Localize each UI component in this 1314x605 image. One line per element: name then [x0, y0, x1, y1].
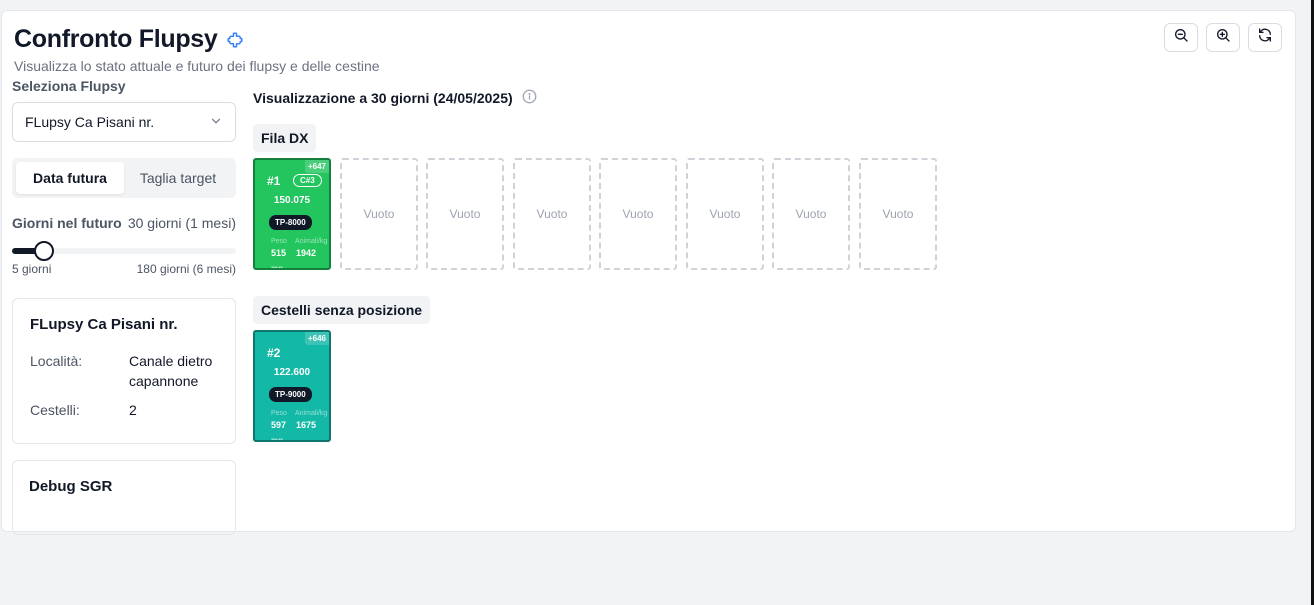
- days-row: Giorni nel futuro 30 giorni (1 mesi): [12, 215, 236, 231]
- refresh-button[interactable]: [1248, 23, 1282, 52]
- range-max-label: 180 giorni (6 mesi): [136, 262, 236, 276]
- flupsy-info-card: FLupsy Ca Pisani nr. Località: Canale di…: [12, 298, 236, 444]
- empty-slot[interactable]: Vuoto: [513, 158, 591, 270]
- select-flupsy-label: Seleziona Flupsy: [12, 78, 126, 94]
- mode-tabs: Data futura Taglia target: [12, 158, 236, 198]
- debug-sgr-card: Debug SGR: [12, 460, 236, 535]
- weight-label: Peso: [271, 410, 287, 417]
- weight-unit: mg: [271, 436, 283, 442]
- range-min-label: 5 giorni: [12, 262, 52, 276]
- basket-growth-badge: +647: [304, 160, 329, 173]
- chevron-down-icon: [209, 114, 223, 131]
- debug-sgr-title: Debug SGR: [29, 478, 113, 495]
- info-card-title: FLupsy Ca Pisani nr.: [30, 316, 178, 333]
- days-value: 30 giorni (1 mesi): [127, 215, 236, 231]
- animal-count: 150.075: [273, 195, 311, 206]
- empty-slot[interactable]: Vuoto: [772, 158, 850, 270]
- visualization-title-text: Visualizzazione a 30 giorni (24/05/2025): [253, 90, 513, 106]
- tab-data-futura[interactable]: Data futura: [16, 162, 124, 194]
- weight-value: 597: [271, 420, 287, 430]
- basket-growth-badge: +646: [304, 332, 329, 345]
- title-row: Confronto Flupsy: [14, 25, 244, 54]
- page-subtitle: Visualizza lo stato attuale e futuro dei…: [14, 58, 380, 74]
- zoom-out-button[interactable]: [1164, 23, 1198, 52]
- cycle-badge: C#3: [293, 174, 322, 187]
- weight-value: 515: [271, 248, 287, 258]
- basket-card-2[interactable]: +646 #2 122.600 TP-9000 Peso Animali/kg …: [253, 330, 331, 442]
- days-label: Giorni nel futuro: [12, 215, 122, 231]
- location-row: Località: Canale dietro capannone: [30, 351, 219, 391]
- toolbar: [1164, 23, 1282, 52]
- flupsy-select-value: FLupsy Ca Pisani nr.: [25, 114, 155, 130]
- tab-taglia-target[interactable]: Taglia target: [124, 162, 232, 194]
- animals-value: 1942: [296, 248, 317, 258]
- basket-card-1[interactable]: +647 #1 C#3 150.075 TP-8000 Peso Animali…: [253, 158, 331, 270]
- slider-range-labels: 5 giorni 180 giorni (6 mesi): [12, 262, 236, 276]
- flupsy-select[interactable]: FLupsy Ca Pisani nr.: [12, 102, 236, 142]
- row-label-fila-dx: Fila DX: [253, 124, 317, 152]
- page-title: Confronto Flupsy: [14, 25, 218, 53]
- animal-count: 122.600: [273, 367, 311, 378]
- puzzle-icon: [226, 31, 244, 49]
- animals-value: 1675: [296, 420, 317, 430]
- empty-slot[interactable]: Vuoto: [426, 158, 504, 270]
- empty-slot[interactable]: Vuoto: [599, 158, 677, 270]
- zoom-out-icon: [1173, 27, 1189, 48]
- sidebar: Seleziona Flupsy FLupsy Ca Pisani nr. Da…: [12, 78, 236, 535]
- baskets-row: Cestelli: 2: [30, 400, 219, 420]
- refresh-icon: [1257, 27, 1273, 48]
- animals-label: Animali/kg: [295, 410, 328, 417]
- size-badge: TP-9000: [269, 387, 312, 402]
- location-value: Canale dietro capannone: [129, 353, 213, 389]
- size-badge: TP-8000: [269, 215, 312, 230]
- info-icon[interactable]: [522, 89, 537, 107]
- basket-number: #1: [267, 174, 281, 188]
- weight-unit: mg: [271, 264, 283, 270]
- unpositioned-baskets-label: Cestelli senza posizione: [253, 296, 431, 324]
- location-label: Località:: [30, 353, 83, 369]
- basket-number: #2: [267, 346, 281, 360]
- baskets-label: Cestelli:: [30, 402, 80, 418]
- baskets-value: 2: [129, 402, 137, 418]
- days-slider[interactable]: [12, 241, 236, 261]
- slider-thumb[interactable]: [34, 241, 54, 261]
- zoom-in-icon: [1215, 27, 1231, 48]
- empty-slot[interactable]: Vuoto: [859, 158, 937, 270]
- empty-slot[interactable]: Vuoto: [686, 158, 764, 270]
- weight-label: Peso: [271, 238, 287, 245]
- zoom-in-button[interactable]: [1206, 23, 1240, 52]
- visualization-title: Visualizzazione a 30 giorni (24/05/2025): [253, 89, 537, 107]
- empty-slot[interactable]: Vuoto: [340, 158, 418, 270]
- animals-label: Animali/kg: [295, 238, 328, 245]
